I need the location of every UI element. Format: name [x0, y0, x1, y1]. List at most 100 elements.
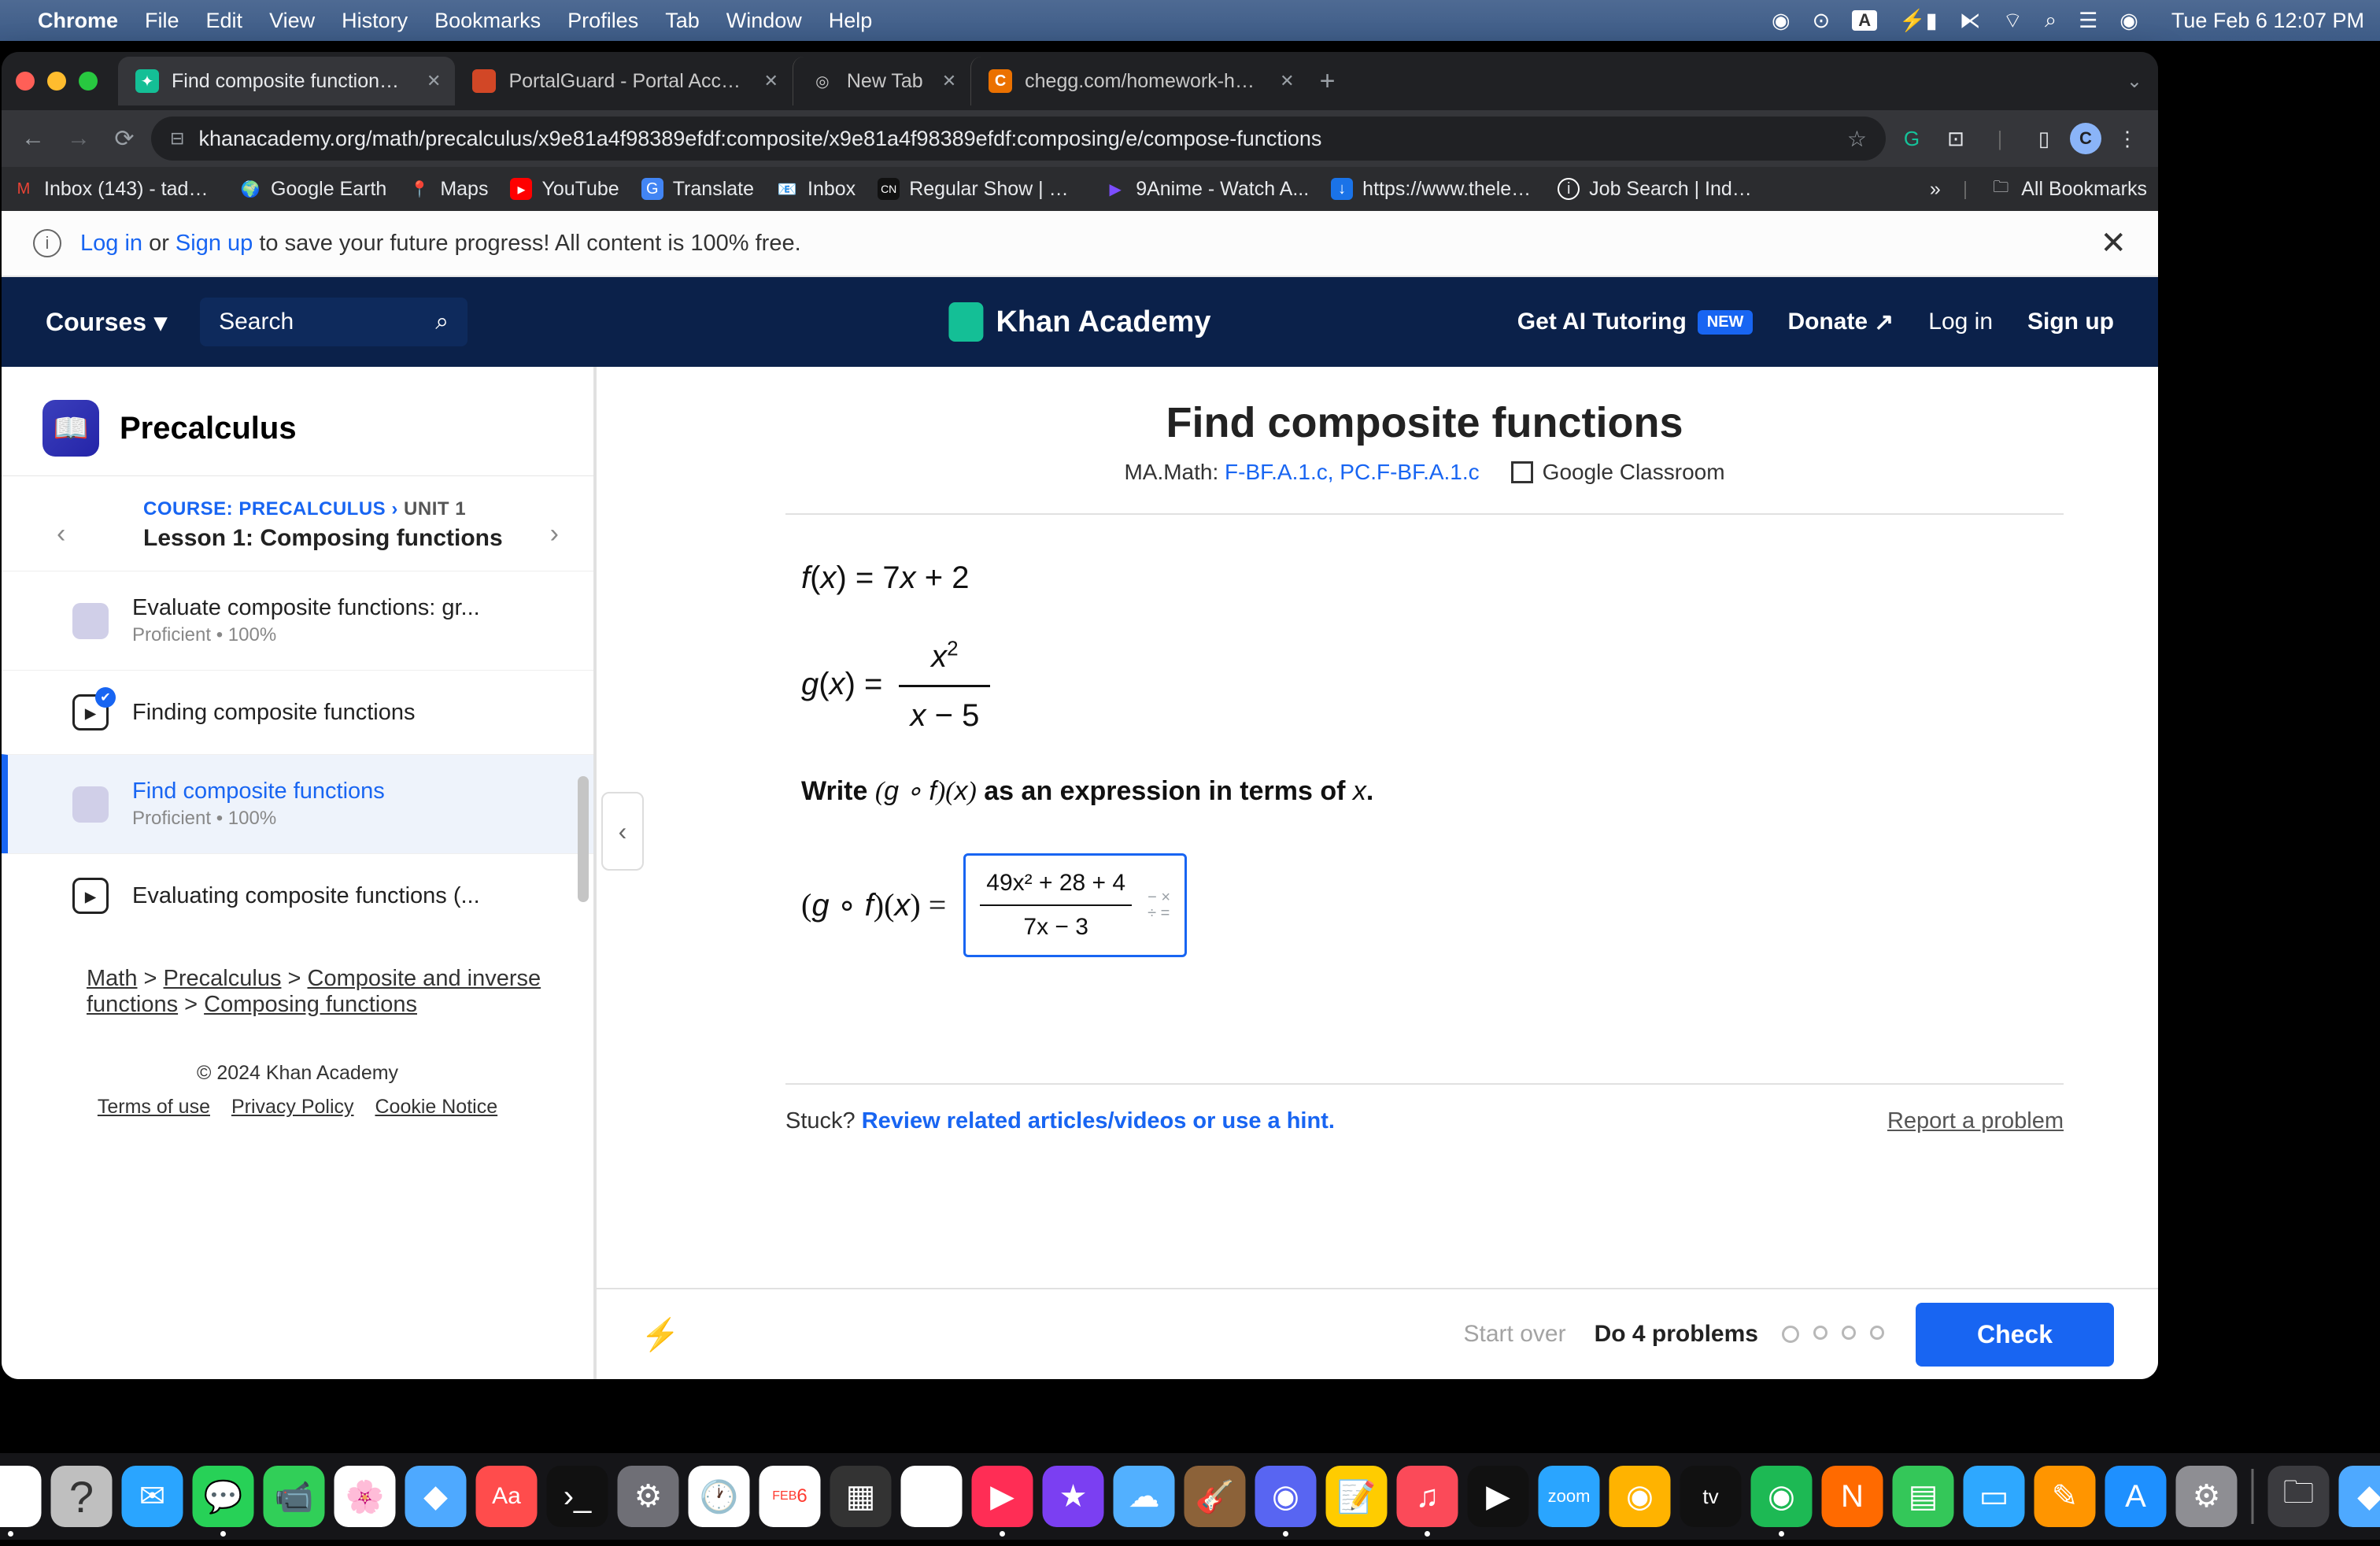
side-panel-icon[interactable]: ▯ [2026, 120, 2062, 157]
dock-appstore[interactable]: A [2105, 1466, 2167, 1527]
menu-window[interactable]: Window [726, 9, 802, 33]
dock-facetime[interactable]: 📹 [264, 1466, 325, 1527]
kebab-menu-icon[interactable]: ⋮ [2109, 120, 2145, 157]
back-button[interactable]: ← [14, 120, 52, 157]
play-icon[interactable]: ⊙ [1813, 9, 1831, 33]
bookmark-overflow-icon[interactable]: » [1930, 178, 1941, 201]
khan-logo[interactable]: Khan Academy [948, 302, 1210, 342]
close-icon[interactable]: ✕ [763, 71, 778, 91]
dock-discord[interactable]: ◉ [1255, 1466, 1317, 1527]
hint-link[interactable]: Review related articles/videos or use a … [862, 1108, 1335, 1134]
dock-numbers[interactable]: ▤ [1893, 1466, 1954, 1527]
dock-app[interactable]: ★ [1043, 1466, 1104, 1527]
lesson-item[interactable]: ▸ Evaluating composite functions (... [2, 853, 593, 938]
browser-tab[interactable]: ✦ Find composite functions (pra ✕ [118, 57, 455, 105]
bookmark-item[interactable]: 📍Maps [408, 178, 488, 201]
grammarly-icon[interactable]: G [1894, 120, 1930, 157]
terms-link[interactable]: Terms of use [98, 1096, 210, 1118]
browser-tab[interactable]: ◎ New Tab ✕ [793, 57, 970, 105]
bluetooth-icon[interactable]: ⧔ [1960, 9, 1981, 33]
standard-link[interactable]: F-BF.A.1.c, PC.F-BF.A.1.c [1225, 460, 1480, 484]
menu-tab[interactable]: Tab [665, 9, 700, 33]
window-controls[interactable] [16, 72, 98, 91]
wifi-icon[interactable]: ⌔ [2003, 7, 2023, 34]
ai-tutoring-link[interactable]: Get AI TutoringNEW [1517, 309, 1754, 335]
dock-photos[interactable]: 🌸 [334, 1466, 396, 1527]
close-icon[interactable]: ✕ [942, 71, 956, 91]
crumb-link[interactable]: Precalculus [164, 966, 282, 991]
dock-app[interactable]: N [1822, 1466, 1883, 1527]
crumb-link[interactable]: Math [87, 966, 137, 991]
dock-calculator[interactable]: ▦ [830, 1466, 892, 1527]
check-button[interactable]: Check [1916, 1303, 2114, 1367]
bookmark-item[interactable]: iJob Search | Indeed [1558, 178, 1762, 201]
header-signup-link[interactable]: Sign up [2027, 309, 2114, 335]
dock-dictionary[interactable]: Aa [476, 1466, 538, 1527]
cookie-link[interactable]: Cookie Notice [375, 1096, 497, 1118]
dock-podcasts[interactable]: ◉ [1609, 1466, 1671, 1527]
dock-help[interactable]: ? [51, 1466, 113, 1527]
breadcrumb[interactable]: COURSE: PRECALCULUS › UNIT 1 [143, 498, 562, 520]
all-bookmarks-button[interactable]: 🗀All Bookmarks [1990, 178, 2147, 201]
lang-icon[interactable]: A [1852, 10, 1877, 31]
dock-settings[interactable]: ⚙ [2176, 1466, 2238, 1527]
dock-app[interactable]: ▶ [972, 1466, 1033, 1527]
bookmark-item[interactable]: CNRegular Show | Wa... [878, 178, 1082, 201]
dock-zoom[interactable]: zoom [1539, 1466, 1600, 1527]
report-problem-link[interactable]: Report a problem [1887, 1108, 2064, 1134]
dock-chrome[interactable]: ◉ [0, 1466, 42, 1527]
bookmark-star-icon[interactable]: ☆ [1847, 126, 1867, 152]
menubar-clock[interactable]: Tue Feb 6 12:07 PM [2171, 9, 2364, 33]
menu-profiles[interactable]: Profiles [567, 9, 638, 33]
dock-app[interactable]: ⚙ [618, 1466, 679, 1527]
course-header[interactable]: 📖 Precalculus [2, 367, 593, 475]
bookmark-item[interactable]: 🌍Google Earth [239, 178, 386, 201]
scrollbar[interactable] [578, 776, 589, 902]
dock-notes[interactable]: 📝 [1326, 1466, 1388, 1527]
lesson-item-active[interactable]: Find composite functions Proficient • 10… [2, 754, 593, 853]
dock-calendar[interactable]: FEB6 [759, 1466, 821, 1527]
math-keypad-icon[interactable]: − ×÷ = [1148, 890, 1170, 921]
answer-input[interactable]: 49x² + 28 + 4 7x − 3 − ×÷ = [963, 853, 1187, 957]
signup-link[interactable]: Sign up [176, 231, 253, 256]
search-icon[interactable]: ⌕ [2045, 8, 2057, 33]
extensions-icon[interactable]: ⊡ [1938, 120, 1974, 157]
menu-file[interactable]: File [145, 9, 179, 33]
address-bar[interactable]: ⊟ khanacademy.org/math/precalculus/x9e81… [151, 117, 1886, 161]
dock-pages[interactable]: ✎ [2034, 1466, 2096, 1527]
crumb-link[interactable]: Composing functions [204, 992, 417, 1017]
dock-reminders[interactable]: ☰ [901, 1466, 963, 1527]
browser-tab[interactable]: PortalGuard - Portal Access ✕ [455, 57, 792, 105]
battery-icon[interactable]: ⚡▮ [1899, 8, 1937, 33]
menu-view[interactable]: View [269, 9, 315, 33]
dock-keynote[interactable]: ▭ [1964, 1466, 2025, 1527]
privacy-link[interactable]: Privacy Policy [231, 1096, 354, 1118]
lesson-item[interactable]: Evaluate composite functions: gr... Prof… [2, 571, 593, 670]
courses-dropdown[interactable]: Courses▾ [46, 307, 167, 337]
new-tab-button[interactable]: + [1320, 66, 1336, 97]
bookmark-item[interactable]: GTranslate [641, 178, 754, 201]
menu-history[interactable]: History [342, 9, 408, 33]
browser-tab[interactable]: C chegg.com/homework-help/q ✕ [970, 57, 1308, 105]
dock-folder[interactable]: 🗀 [2268, 1466, 2330, 1527]
dock-garageband[interactable]: 🎸 [1184, 1466, 1246, 1527]
header-login-link[interactable]: Log in [1928, 309, 1993, 335]
login-link[interactable]: Log in [80, 231, 142, 256]
start-over-button[interactable]: Start over [1464, 1321, 1566, 1348]
menu-help[interactable]: Help [829, 9, 873, 33]
profile-avatar[interactable]: C [2070, 123, 2101, 154]
dock-weather[interactable]: ☁ [1114, 1466, 1175, 1527]
prev-lesson-icon[interactable]: ‹ [57, 519, 65, 549]
dock-music[interactable]: ♫ [1397, 1466, 1458, 1527]
dock-appletv[interactable]: tv [1680, 1466, 1742, 1527]
bookmark-item[interactable]: ▶9Anime - Watch A... [1104, 178, 1309, 201]
dock-terminal[interactable]: ›_ [547, 1466, 608, 1527]
menu-bookmarks[interactable]: Bookmarks [434, 9, 541, 33]
donate-link[interactable]: Donate↗ [1787, 309, 1894, 336]
lesson-item[interactable]: ▸ Finding composite functions [2, 670, 593, 754]
close-icon[interactable]: ✕ [2100, 225, 2127, 261]
forward-button[interactable]: → [60, 120, 98, 157]
close-icon[interactable]: ✕ [427, 71, 441, 91]
bookmark-item[interactable]: ▸YouTube [510, 178, 619, 201]
bookmark-item[interactable]: ↓https://www.theles... [1331, 178, 1536, 201]
